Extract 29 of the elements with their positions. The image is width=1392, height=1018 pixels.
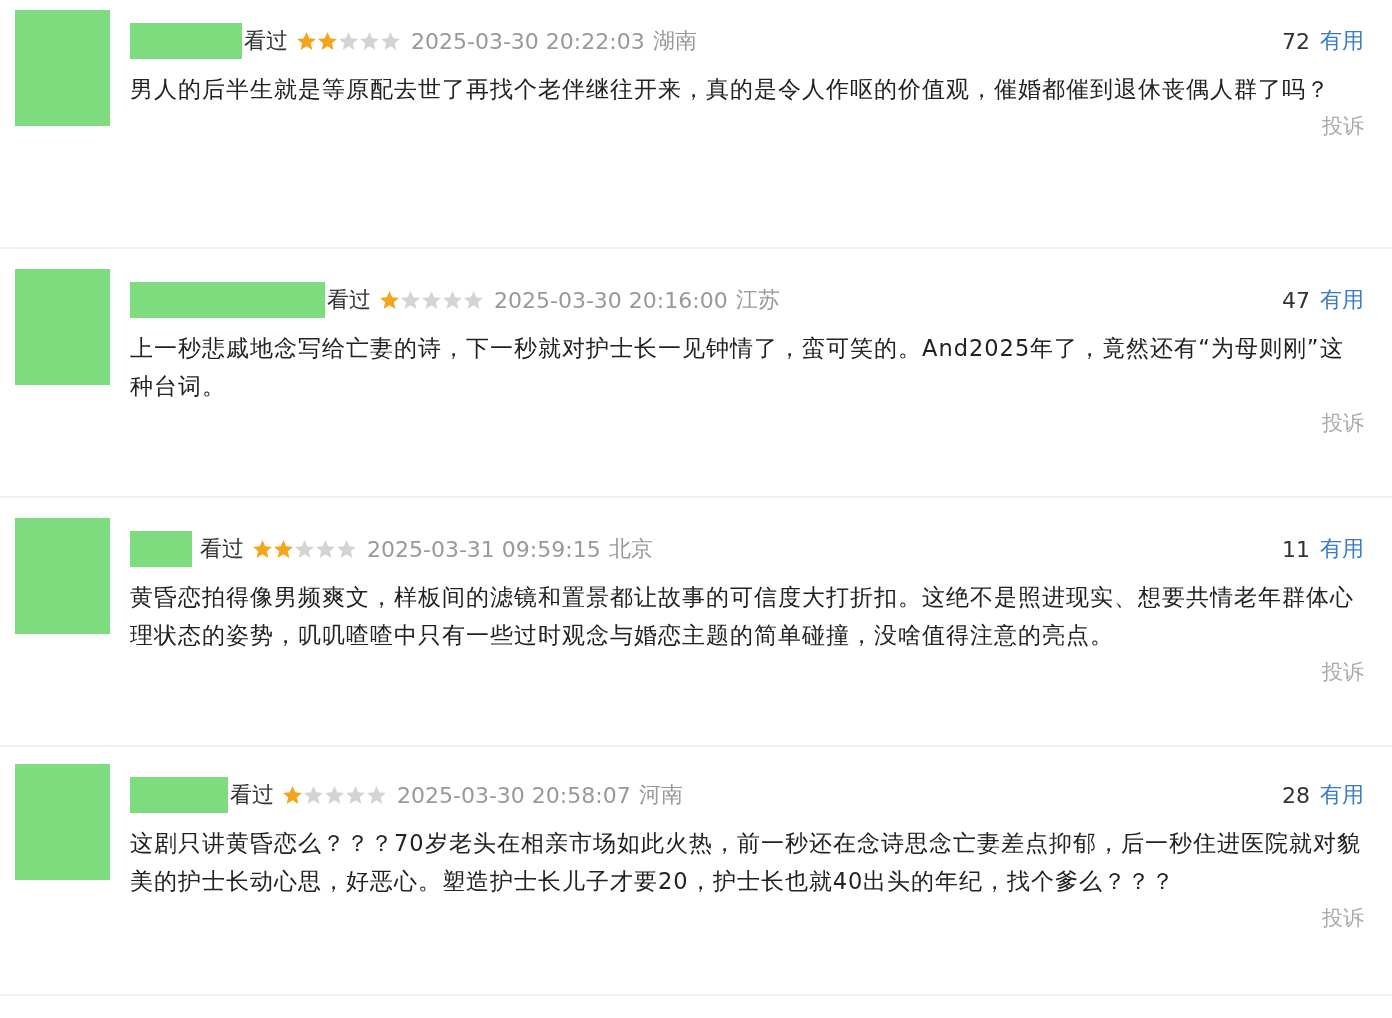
comment-time: 2025-03-31 09:59:15 <box>367 536 601 562</box>
comment-time: 2025-03-30 20:58:07 <box>397 782 631 808</box>
vote-count: 72 <box>1282 28 1310 54</box>
comment-region: 江苏 <box>735 286 780 314</box>
comment-region: 河南 <box>638 781 683 809</box>
useful-link[interactable]: 有用 <box>1320 285 1364 315</box>
comment-time: 2025-03-30 20:22:03 <box>411 28 645 54</box>
watch-status: 看过 <box>230 781 274 809</box>
report-link[interactable]: 投诉 <box>1322 658 1364 686</box>
vote-count: 11 <box>1282 536 1310 562</box>
watch-status: 看过 <box>200 535 244 563</box>
comment-text: 上一秒悲戚地念写给亡妻的诗，下一秒就对护士长一见钟情了，蛮可笑的。And2025年了，竟然还有“为母则刚”这种台词。 <box>130 334 1345 401</box>
useful-link[interactable]: 有用 <box>1320 534 1364 564</box>
useful-link[interactable]: 有用 <box>1320 780 1364 810</box>
comment-region: 北京 <box>608 535 653 563</box>
comment-time: 2025-03-30 20:16:00 <box>494 287 728 313</box>
vote-count: 47 <box>1282 287 1310 313</box>
watch-status: 看过 <box>244 27 288 55</box>
vote-count: 28 <box>1282 782 1310 808</box>
report-link[interactable]: 投诉 <box>1322 904 1364 932</box>
report-link[interactable]: 投诉 <box>1322 409 1364 437</box>
useful-link[interactable]: 有用 <box>1320 26 1364 56</box>
watch-status: 看过 <box>327 286 371 314</box>
comment-text: 黄昏恋拍得像男频爽文，样板间的滤镜和置景都让故事的可信度大打折扣。这绝不是照进现实、想要共情老年群体心理状态的姿势，叽叽喳喳中只有一些过时观念与婚恋主题的简单碰撞，没啥值得注意的亮点。 <box>130 583 1355 650</box>
comment-text: 男人的后半生就是等原配去世了再找个老伴继往开来，真的是令人作呕的价值观，催婚都催到退休丧偶人群了吗？ <box>130 75 1331 104</box>
report-link[interactable]: 投诉 <box>1322 112 1364 140</box>
comment-region: 湖南 <box>652 27 697 55</box>
redacted-username <box>130 531 192 567</box>
comment-text: 这剧只讲黄昏恋么？？？70岁老头在相亲市场如此火热，前一秒还在念诗思念亡妻差点抑郁，后一秒住进医院就对貌美的护士长动心思，好恶心。塑造护士长儿子才要20，护士长也就40出头的年纪，找个爹么？？？ <box>130 829 1362 896</box>
